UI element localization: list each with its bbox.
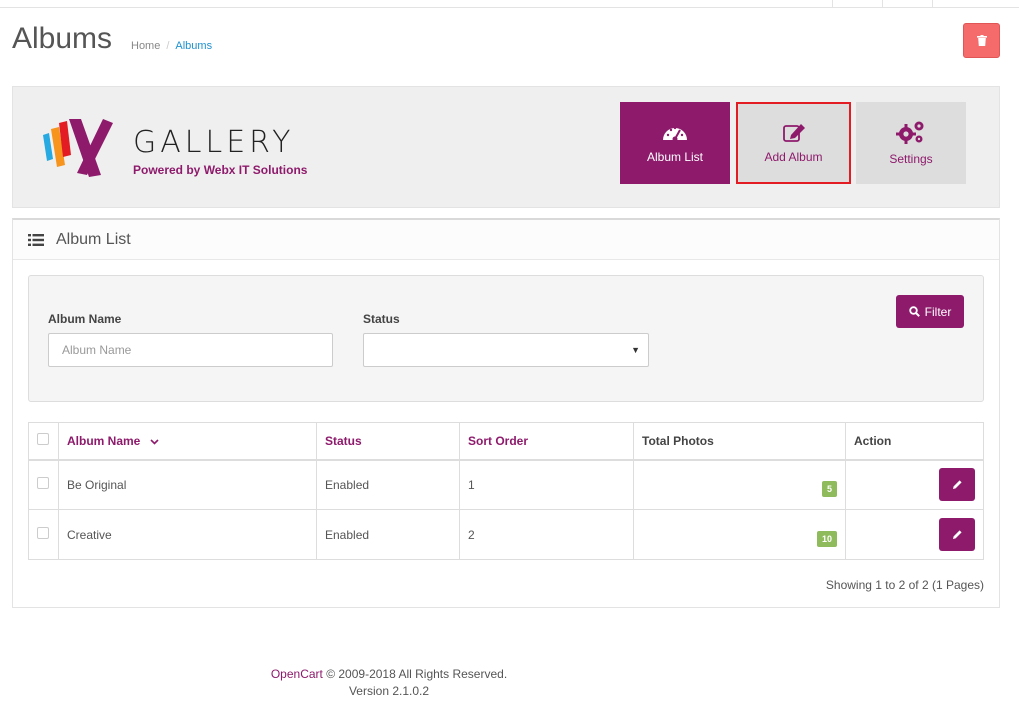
status-label: Status	[363, 312, 400, 326]
settings-label: Settings	[889, 152, 933, 166]
select-all-checkbox[interactable]	[37, 433, 49, 446]
edit-album-button[interactable]	[939, 518, 975, 551]
caret-down-icon: ▼	[631, 345, 640, 355]
cell-status: Enabled	[316, 459, 460, 510]
photo-count-badge: 5	[821, 480, 837, 497]
table-row: Creative Enabled 2 10	[28, 509, 984, 560]
settings-tile[interactable]: Settings	[856, 102, 966, 184]
photo-count-badge: 10	[816, 530, 837, 547]
status-select[interactable]: ▼	[363, 333, 649, 367]
row-select-cell	[28, 509, 59, 560]
cell-total-photos: 10	[633, 509, 846, 560]
copyright-text: © 2009-2018 All Rights Reserved.	[322, 667, 508, 681]
select-all-cell	[28, 422, 59, 461]
row-checkbox[interactable]	[37, 527, 49, 539]
album-name-label: Album Name	[48, 312, 122, 326]
row-checkbox[interactable]	[37, 477, 49, 490]
pencil-icon	[952, 480, 962, 490]
opencart-link[interactable]: OpenCart	[271, 667, 323, 681]
breadcrumb: Home / Albums	[131, 40, 212, 52]
edit-album-button[interactable]	[939, 468, 975, 502]
album-list-tile[interactable]: Album List	[620, 102, 730, 184]
pagination-summary: Showing 1 to 2 of 2 (1 Pages)	[825, 578, 984, 592]
footer-version: Version 2.1.0.2	[348, 684, 430, 698]
add-album-tile[interactable]: Add Album	[736, 102, 851, 184]
trash-icon	[976, 35, 987, 46]
cell-action	[845, 509, 984, 560]
filter-button[interactable]: Filter	[896, 295, 964, 328]
album-name-input[interactable]	[48, 333, 333, 367]
column-total-photos: Total Photos	[633, 422, 846, 461]
dashboard-gauge-icon	[663, 126, 687, 142]
cell-total-photos: 5	[633, 459, 846, 510]
album-list-panel: Album List Album Name Status ▼ Filter Al…	[12, 218, 1000, 608]
brand-panel: GALLERY Powered by Webx IT Solutions Alb…	[12, 86, 1000, 208]
column-album-name[interactable]: Album Name	[58, 422, 317, 461]
navbar-divider	[882, 0, 883, 8]
cell-sort-order: 2	[459, 509, 634, 560]
column-action: Action	[845, 422, 984, 461]
delete-button[interactable]	[963, 23, 1000, 58]
gears-icon	[896, 121, 924, 144]
cell-album-name: Be Original	[58, 459, 317, 510]
search-icon	[908, 306, 920, 317]
pencil-icon	[952, 530, 962, 539]
logo-tagline: Powered by Webx IT Solutions	[133, 163, 308, 177]
logo-text: GALLERY	[133, 125, 295, 160]
nx-gallery-logo: GALLERY Powered by Webx IT Solutions	[41, 115, 321, 179]
breadcrumb-albums[interactable]: Albums	[175, 40, 212, 52]
column-album-name-label: Album Name	[67, 433, 141, 448]
albums-table: Album Name Status Sort Order Total Photo…	[28, 422, 984, 560]
filter-box: Album Name Status ▼ Filter	[28, 275, 984, 402]
table-row: Be Original Enabled 1 5	[28, 459, 984, 510]
column-status[interactable]: Status	[316, 422, 460, 461]
row-select-cell	[28, 459, 59, 510]
navbar-divider	[932, 0, 933, 8]
top-navbar	[0, 0, 1019, 8]
breadcrumb-home[interactable]: Home	[131, 40, 160, 52]
footer-copyright-line: OpenCart © 2009-2018 All Rights Reserved…	[0, 666, 778, 683]
footer: OpenCart © 2009-2018 All Rights Reserved…	[0, 666, 778, 700]
edit-icon	[782, 124, 805, 142]
filter-button-label: Filter	[924, 304, 952, 319]
cell-status: Enabled	[316, 509, 460, 560]
page-title: Albums	[12, 22, 113, 55]
panel-heading-text: Album List	[56, 230, 131, 248]
album-list-label: Album List	[646, 150, 704, 164]
navbar-divider	[832, 0, 833, 8]
panel-heading: Album List	[13, 220, 999, 260]
table-header-row: Album Name Status Sort Order Total Photo…	[28, 422, 984, 461]
cell-sort-order: 1	[459, 459, 634, 510]
list-icon	[28, 233, 44, 246]
add-album-label: Add Album	[764, 150, 823, 164]
nx-logo-icon	[43, 119, 113, 177]
cell-album-name: Creative	[58, 509, 317, 560]
column-sort-order[interactable]: Sort Order	[459, 422, 634, 461]
sort-chevron-down-icon	[150, 439, 159, 445]
cell-action	[845, 459, 984, 510]
breadcrumb-separator: /	[166, 40, 170, 52]
